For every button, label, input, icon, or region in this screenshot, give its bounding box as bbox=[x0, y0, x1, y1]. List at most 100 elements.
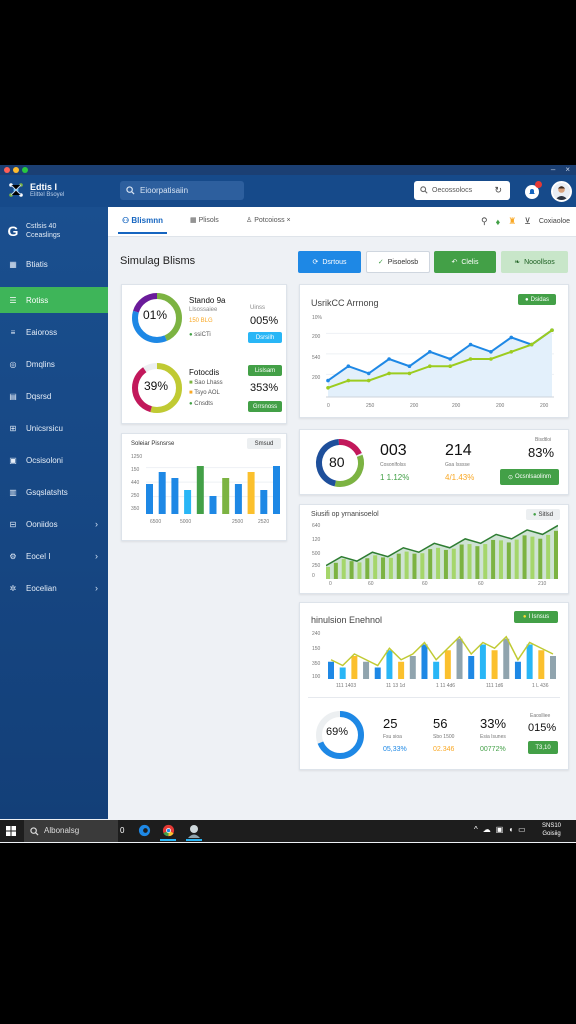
sidebar-header-line2: Cceaslings bbox=[26, 232, 61, 239]
card-pill-label: Ocsnlsaolinm bbox=[515, 474, 552, 480]
series-point bbox=[407, 371, 412, 376]
bar bbox=[550, 656, 556, 679]
sidebar-item-ocsisoloni[interactable]: ▣ Ocsisoloni bbox=[0, 447, 108, 473]
stat-sub-2: Sbo 1500 bbox=[433, 734, 455, 740]
inbox-icon: ▤ bbox=[9, 391, 17, 401]
y-tick: 440 bbox=[131, 480, 140, 486]
bell-icon[interactable] bbox=[524, 181, 542, 200]
page-title: Simulag Blisms bbox=[120, 255, 196, 267]
x-tick: 200 bbox=[452, 403, 461, 409]
series-point bbox=[489, 357, 493, 361]
y-tick: 10% bbox=[312, 315, 323, 321]
battery-icon[interactable]: ▭ bbox=[518, 825, 526, 834]
minimize-button[interactable]: – bbox=[551, 165, 555, 175]
tab-potcoioss[interactable]: ♙ Potcoioss × bbox=[246, 216, 291, 224]
row1-value: 005% bbox=[250, 315, 279, 327]
series-point bbox=[346, 364, 351, 368]
sidebar-item-eaioross[interactable]: ≡ Eaioross bbox=[0, 319, 108, 345]
card-pill[interactable]: ● I Isnsus bbox=[514, 611, 558, 623]
tab-blismnn[interactable]: ⚇ Blismnn bbox=[118, 216, 167, 234]
user-icon: ♙ bbox=[246, 217, 255, 224]
avatar[interactable] bbox=[551, 181, 572, 202]
filter-search-input[interactable]: Oecossolocs ↻ bbox=[414, 181, 510, 200]
notification-badge bbox=[535, 181, 542, 188]
close-button[interactable]: × bbox=[565, 165, 570, 175]
volume-icon[interactable]: ◖ bbox=[508, 825, 513, 834]
close-tab-icon[interactable]: × bbox=[285, 217, 291, 224]
row2-pill-bottom[interactable]: Grrsnoss bbox=[248, 401, 282, 412]
row2-line4: ● Cnsdts bbox=[189, 401, 213, 407]
stat-value-3: 83% bbox=[528, 445, 555, 460]
sidebar-item-eocel-i[interactable]: ⚙ Eocel I › bbox=[0, 543, 108, 569]
cloud-icon[interactable]: ☁ bbox=[483, 825, 491, 834]
sidebar-item-gsqslatshts[interactable]: ▥ Gsqslatshts bbox=[0, 479, 108, 505]
cart-icon[interactable]: ⊻ bbox=[524, 216, 531, 227]
taskbar-search-input[interactable]: Albonalsg bbox=[24, 820, 118, 842]
chevron-right-icon: › bbox=[95, 583, 98, 593]
side-pill[interactable]: T3,10 bbox=[528, 741, 558, 754]
sidebar-item-dmqlins[interactable]: ◎ Dmqlins bbox=[0, 351, 108, 377]
maximize-dot[interactable] bbox=[22, 167, 28, 173]
tab-plisols[interactable]: ▦ Plisols bbox=[190, 216, 219, 224]
card-pill[interactable]: Smsud bbox=[247, 438, 281, 449]
x-tick: 6500 bbox=[150, 519, 162, 525]
row2-title: Fotocdis bbox=[189, 368, 220, 377]
edge-browser-icon[interactable] bbox=[138, 824, 151, 837]
sidebar-item-rotiss[interactable]: ☰ Rotiss bbox=[0, 287, 108, 313]
tabbar-right-label[interactable]: Coxiaoloe bbox=[539, 218, 570, 225]
row2-pill-bottom-label: Grrsnoss bbox=[252, 403, 278, 410]
chevron-up-icon[interactable]: ^ bbox=[474, 825, 478, 834]
bell-icon[interactable]: ♜ bbox=[508, 216, 516, 227]
refresh-icon[interactable]: ↻ bbox=[494, 181, 502, 200]
sidebar-item-dqsrsd[interactable]: ▤ Dqsrsd bbox=[0, 383, 108, 409]
card-pill[interactable]: ⊙ Ocsnlsaolinm bbox=[500, 469, 559, 485]
row1-pill[interactable]: Dsrsilh bbox=[248, 332, 282, 343]
search-icon[interactable]: ⚲ bbox=[481, 216, 488, 227]
lamp-icon[interactable]: ♦ bbox=[496, 217, 501, 227]
sidebar-item-btiatis[interactable]: ▦ Btiatis bbox=[0, 251, 108, 277]
action-button-dsrtous[interactable]: ⟳ Dsrtous bbox=[298, 251, 361, 273]
windows-start-icon[interactable] bbox=[6, 826, 16, 836]
action-button-clelis[interactable]: ↶ Clelis bbox=[434, 251, 496, 273]
task-view-counter[interactable]: 0 bbox=[120, 826, 124, 835]
close-dot[interactable] bbox=[4, 167, 10, 173]
clock[interactable]: SNS10 Goisiig bbox=[542, 822, 561, 838]
bar bbox=[433, 661, 440, 679]
y-tick: 150 bbox=[312, 646, 321, 652]
action-button-nooollsos[interactable]: ❧ Nooollsos bbox=[501, 251, 568, 273]
brand[interactable]: Edtis I Elittel Bsoyel bbox=[8, 182, 64, 198]
chrome-browser-icon[interactable] bbox=[162, 824, 175, 837]
stat-foot-1: 1 1.12% bbox=[380, 473, 410, 482]
global-search-input[interactable]: Eioorpatisaiin bbox=[120, 181, 244, 200]
series-point bbox=[448, 364, 452, 368]
sidebar-item-unicsrsicu[interactable]: ⊞ Unicsrsicu bbox=[0, 415, 108, 441]
action-button-pisoelosb[interactable]: ✓ Pisoelosb bbox=[366, 251, 430, 273]
card-pill[interactable]: ● Sitlsd bbox=[526, 509, 560, 520]
sidebar-item-eocelian[interactable]: ✲ Eocelian › bbox=[0, 575, 108, 601]
sidebar-header[interactable]: G Cstlsis 40 Cceaslings bbox=[0, 217, 108, 245]
y-tick: 500 bbox=[312, 551, 321, 557]
chevron-right-icon: › bbox=[95, 551, 98, 561]
clock-time: SNS10 bbox=[542, 823, 562, 829]
row2-pill-top[interactable]: Lislsam bbox=[248, 365, 282, 376]
stat-top-right: Bisdtloi bbox=[535, 437, 552, 443]
sidebar-item-label: Unicsrsicu bbox=[26, 423, 63, 433]
sidebar-item-ooniidos[interactable]: ⊟ Ooniidos › bbox=[0, 511, 108, 537]
row2-line3-text: Tsyo AOL bbox=[194, 390, 220, 396]
bar bbox=[412, 553, 417, 579]
minimize-dot[interactable] bbox=[13, 167, 19, 173]
action-button-label: Nooollsos bbox=[524, 258, 555, 266]
stat-sub-3: Esia Isunes bbox=[480, 734, 506, 740]
kpi-rings-card: 01% Stando 9a Llsossaiee 150 BLG ● ssiCT… bbox=[121, 284, 287, 424]
network-icon[interactable]: ▣ bbox=[496, 825, 504, 834]
bar bbox=[538, 538, 543, 579]
bar bbox=[398, 661, 405, 679]
user-app-icon[interactable] bbox=[186, 823, 202, 838]
bar-chart bbox=[146, 466, 280, 514]
card-pill[interactable]: ● Dsidas bbox=[518, 294, 556, 305]
sidebar-item-label: Eaioross bbox=[26, 327, 58, 337]
top-bar: Edtis I Elittel Bsoyel Eioorpatisaiin Oe… bbox=[0, 175, 576, 207]
clock-icon: ⊙ bbox=[507, 474, 513, 481]
table-icon: ▦ bbox=[190, 217, 199, 224]
sliders-icon: ⊟ bbox=[9, 519, 17, 529]
